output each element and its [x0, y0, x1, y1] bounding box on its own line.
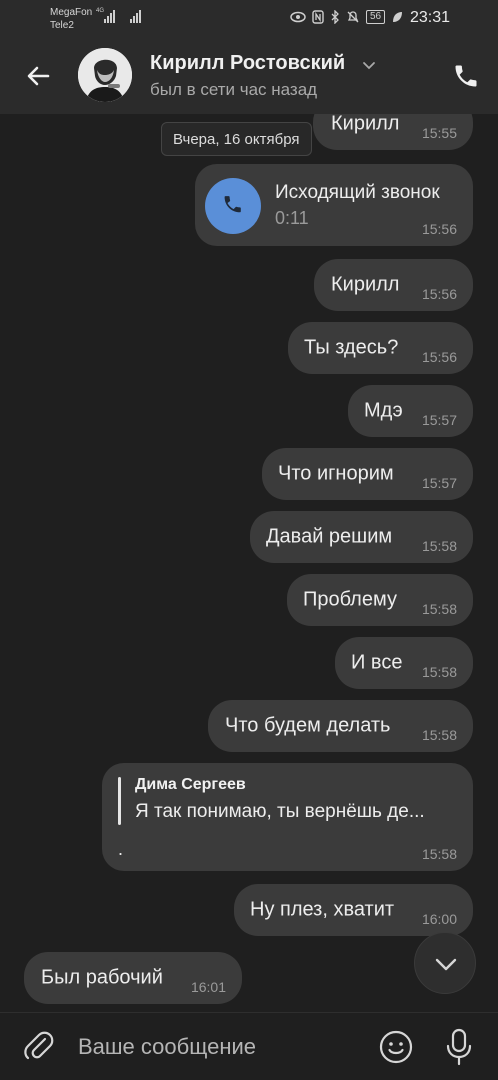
message-text: Кирилл: [331, 114, 400, 135]
message-bubble[interactable]: Что будем делать 15:58: [208, 700, 473, 752]
message-text: Был рабочий: [41, 966, 163, 989]
nfc-icon: [312, 10, 324, 24]
message-composer: [0, 1012, 498, 1080]
status-icons: 56: [290, 10, 403, 24]
incoming-message-bubble[interactable]: Был рабочий 16:01: [24, 952, 242, 1004]
message-text: Давай решим: [266, 525, 393, 548]
message-bubble[interactable]: И все 15:58: [335, 637, 473, 689]
quoted-text[interactable]: Я так понимаю, ты вернёшь де...: [135, 801, 425, 823]
call-icon-circle: [205, 178, 261, 234]
carrier-tele2: Tele2: [50, 20, 74, 31]
quoted-author[interactable]: Дима Сергеев: [135, 776, 246, 794]
contact-name[interactable]: Кирилл Ростовский: [150, 52, 345, 75]
carrier-names: MegaFon Tele2: [50, 6, 92, 32]
battery-indicator: 56: [366, 10, 386, 24]
message-time: 16:00: [421, 911, 457, 927]
message-time: 15:58: [421, 727, 457, 743]
avatar-photo: [78, 48, 132, 102]
chevron-down-icon: [435, 958, 457, 971]
message-text: Ну плез, хватит: [250, 898, 395, 921]
message-text: Кирилл: [331, 273, 400, 296]
message-bubble[interactable]: Проблему 15:58: [287, 574, 473, 626]
message-bubble[interactable]: Кирилл 15:55: [313, 114, 473, 150]
message-time: 15:57: [421, 412, 457, 428]
message-bubble[interactable]: Что игнорим 15:57: [262, 448, 473, 500]
message-time: 15:58: [421, 601, 457, 617]
message-bubble[interactable]: Давай решим 15:58: [250, 511, 473, 563]
chat-header: Кирилл Ростовский был в сети час назад: [0, 36, 498, 114]
leaf-icon: [393, 12, 403, 22]
reply-message[interactable]: Дима Сергеев Я так понимаю, ты вернёшь д…: [102, 763, 473, 871]
call-message[interactable]: Исходящий звонок 0:11 15:56: [195, 164, 473, 246]
message-bubble[interactable]: Ты здесь? 15:56: [288, 322, 473, 374]
message-text: Что будем делать: [225, 714, 391, 737]
message-time: 15:58: [421, 664, 457, 680]
carrier-megafon: MegaFon: [50, 7, 93, 18]
message-text: И все: [351, 651, 403, 674]
emoji-icon[interactable]: [378, 1029, 414, 1065]
date-separator: Вчера, 16 октября: [161, 122, 312, 156]
message-text: Ты здесь?: [304, 336, 399, 359]
status-bar: MegaFon Tele2 4G 56 23:31: [0, 0, 498, 36]
paperclip-icon[interactable]: [22, 1030, 56, 1064]
message-time: 15:58: [421, 538, 457, 554]
microphone-icon[interactable]: [442, 1027, 476, 1067]
signal-icon: [104, 10, 115, 23]
message-input[interactable]: [78, 1027, 358, 1067]
call-title: Исходящий звонок: [275, 182, 440, 203]
call-duration: 0:11: [275, 208, 309, 228]
message-time: 15:56: [421, 221, 457, 237]
network-type: 4G: [96, 8, 105, 14]
avatar[interactable]: [78, 48, 132, 102]
message-bubble[interactable]: Мдэ 15:57: [348, 385, 473, 437]
message-text: Мдэ: [364, 399, 403, 422]
scroll-to-bottom-button[interactable]: [414, 932, 476, 994]
phone-icon[interactable]: [452, 62, 480, 90]
chevron-down-icon[interactable]: [362, 58, 376, 72]
message-time: 15:58: [421, 846, 457, 862]
message-time: 15:56: [421, 286, 457, 302]
message-bubble[interactable]: Кирилл 15:56: [314, 259, 473, 311]
clock: 23:31: [409, 9, 450, 26]
message-text: Проблему: [303, 588, 397, 611]
mute-bell-icon: [347, 11, 359, 23]
signal-icon-2: [130, 10, 141, 23]
phone-icon: [224, 196, 241, 213]
bluetooth-icon: [331, 10, 339, 24]
message-time: 15:55: [421, 125, 457, 141]
message-list[interactable]: Кирилл 15:55 Вчера, 16 октября Исходящий…: [0, 114, 498, 1012]
message-text: Что игнорим: [278, 462, 394, 485]
arrow-left-icon[interactable]: [22, 60, 54, 92]
message-time: 16:01: [190, 979, 226, 995]
eye-icon: [290, 11, 306, 23]
message-bubble[interactable]: Ну плез, хватит 16:00: [234, 884, 473, 936]
message-text: .: [118, 839, 124, 859]
last-seen-status: был в сети час назад: [150, 80, 318, 99]
message-time: 15:57: [421, 475, 457, 491]
quote-bar: [118, 777, 121, 825]
message-time: 15:56: [421, 349, 457, 365]
